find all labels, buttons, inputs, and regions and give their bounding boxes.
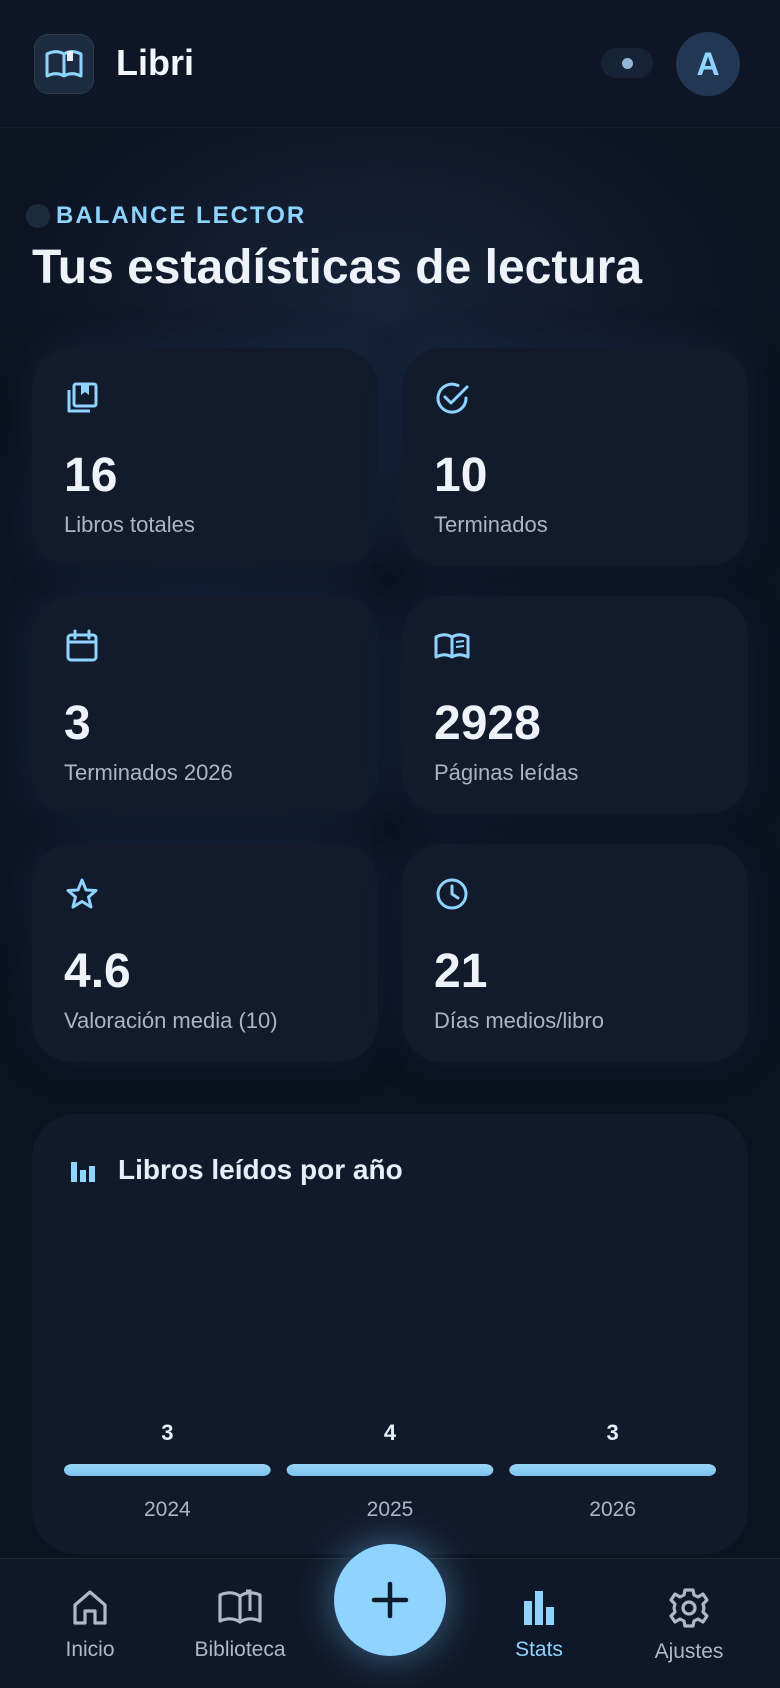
bar-chart: 3 2024 4 2025 3 2026 — [64, 1420, 716, 1521]
nav-item-inicio[interactable]: Inicio — [40, 1559, 140, 1688]
stat-value: 21 — [434, 945, 488, 998]
stat-value: 16 — [64, 449, 118, 502]
stat-card-avg-days[interactable]: 21 Días medios/libro — [402, 844, 748, 1062]
stat-label: Días medios/libro — [434, 1008, 604, 1033]
bar-2026[interactable] — [509, 1464, 716, 1476]
books-per-year-card: Libros leídos por año 3 2024 4 2025 3 2026 — [32, 1114, 748, 1554]
stat-label: Libros totales — [64, 512, 195, 537]
nav-label: Stats — [515, 1638, 563, 1661]
home-icon — [73, 1590, 107, 1625]
add-book-button[interactable] — [334, 1544, 446, 1656]
gear-icon — [669, 1588, 709, 1628]
stat-card-pages-read[interactable]: 2928 Páginas leídas — [402, 596, 748, 814]
calendar-icon — [66, 629, 98, 662]
category-label: 2024 — [144, 1498, 191, 1521]
stat-card-total-books[interactable]: 16 Libros totales — [32, 348, 378, 566]
avatar[interactable]: A — [676, 32, 740, 96]
bar-2025[interactable] — [286, 1464, 494, 1476]
category-label: 2026 — [589, 1498, 636, 1521]
bar-value-label: 3 — [607, 1420, 619, 1445]
section-eyebrow: BALANCE LECTOR — [56, 202, 307, 229]
category-label: 2025 — [367, 1498, 414, 1521]
nav-item-ajustes[interactable]: Ajustes — [639, 1559, 739, 1688]
stat-card-finished-year[interactable]: 3 Terminados 2026 — [32, 596, 378, 814]
open-book-icon — [434, 633, 470, 659]
stat-card-finished[interactable]: 10 Terminados — [402, 348, 748, 566]
check-circle-icon — [436, 382, 469, 414]
nav-label: Biblioteca — [194, 1638, 286, 1661]
stat-value: 3 — [64, 697, 91, 750]
plus-icon — [371, 1581, 409, 1619]
stat-label: Valoración media (10) — [64, 1008, 278, 1033]
nav-item-stats[interactable]: Stats — [489, 1559, 589, 1688]
star-icon — [66, 878, 98, 909]
status-indicator[interactable] — [601, 48, 653, 78]
eyebrow-dot — [26, 204, 50, 228]
bar-2024[interactable] — [64, 1464, 271, 1476]
stat-value: 4.6 — [64, 945, 131, 998]
library-icon — [218, 1589, 262, 1624]
stat-label: Terminados — [434, 512, 548, 537]
app-title: Libri — [116, 42, 194, 83]
stat-label: Páginas leídas — [434, 760, 579, 785]
stat-card-avg-rating[interactable]: 4.6 Valoración media (10) — [32, 844, 378, 1062]
status-dot — [621, 57, 633, 69]
nav-label: Ajustes — [654, 1640, 724, 1663]
bar-value-label: 3 — [161, 1420, 173, 1445]
app-header: Libri A — [0, 0, 780, 128]
books-icon — [67, 382, 98, 413]
stat-label: Terminados 2026 — [64, 760, 233, 785]
clock-icon — [436, 878, 468, 910]
nav-item-biblioteca[interactable]: Biblioteca — [180, 1559, 300, 1688]
bar-value-label: 4 — [384, 1420, 397, 1445]
bar-chart-icon — [524, 1591, 554, 1625]
nav-label: Inicio — [65, 1638, 115, 1661]
stat-value: 10 — [434, 449, 488, 502]
app-logo[interactable] — [34, 34, 94, 94]
open-book-icon — [45, 50, 83, 78]
page-title: Tus estadísticas de lectura — [32, 241, 643, 294]
stat-value: 2928 — [434, 697, 541, 750]
